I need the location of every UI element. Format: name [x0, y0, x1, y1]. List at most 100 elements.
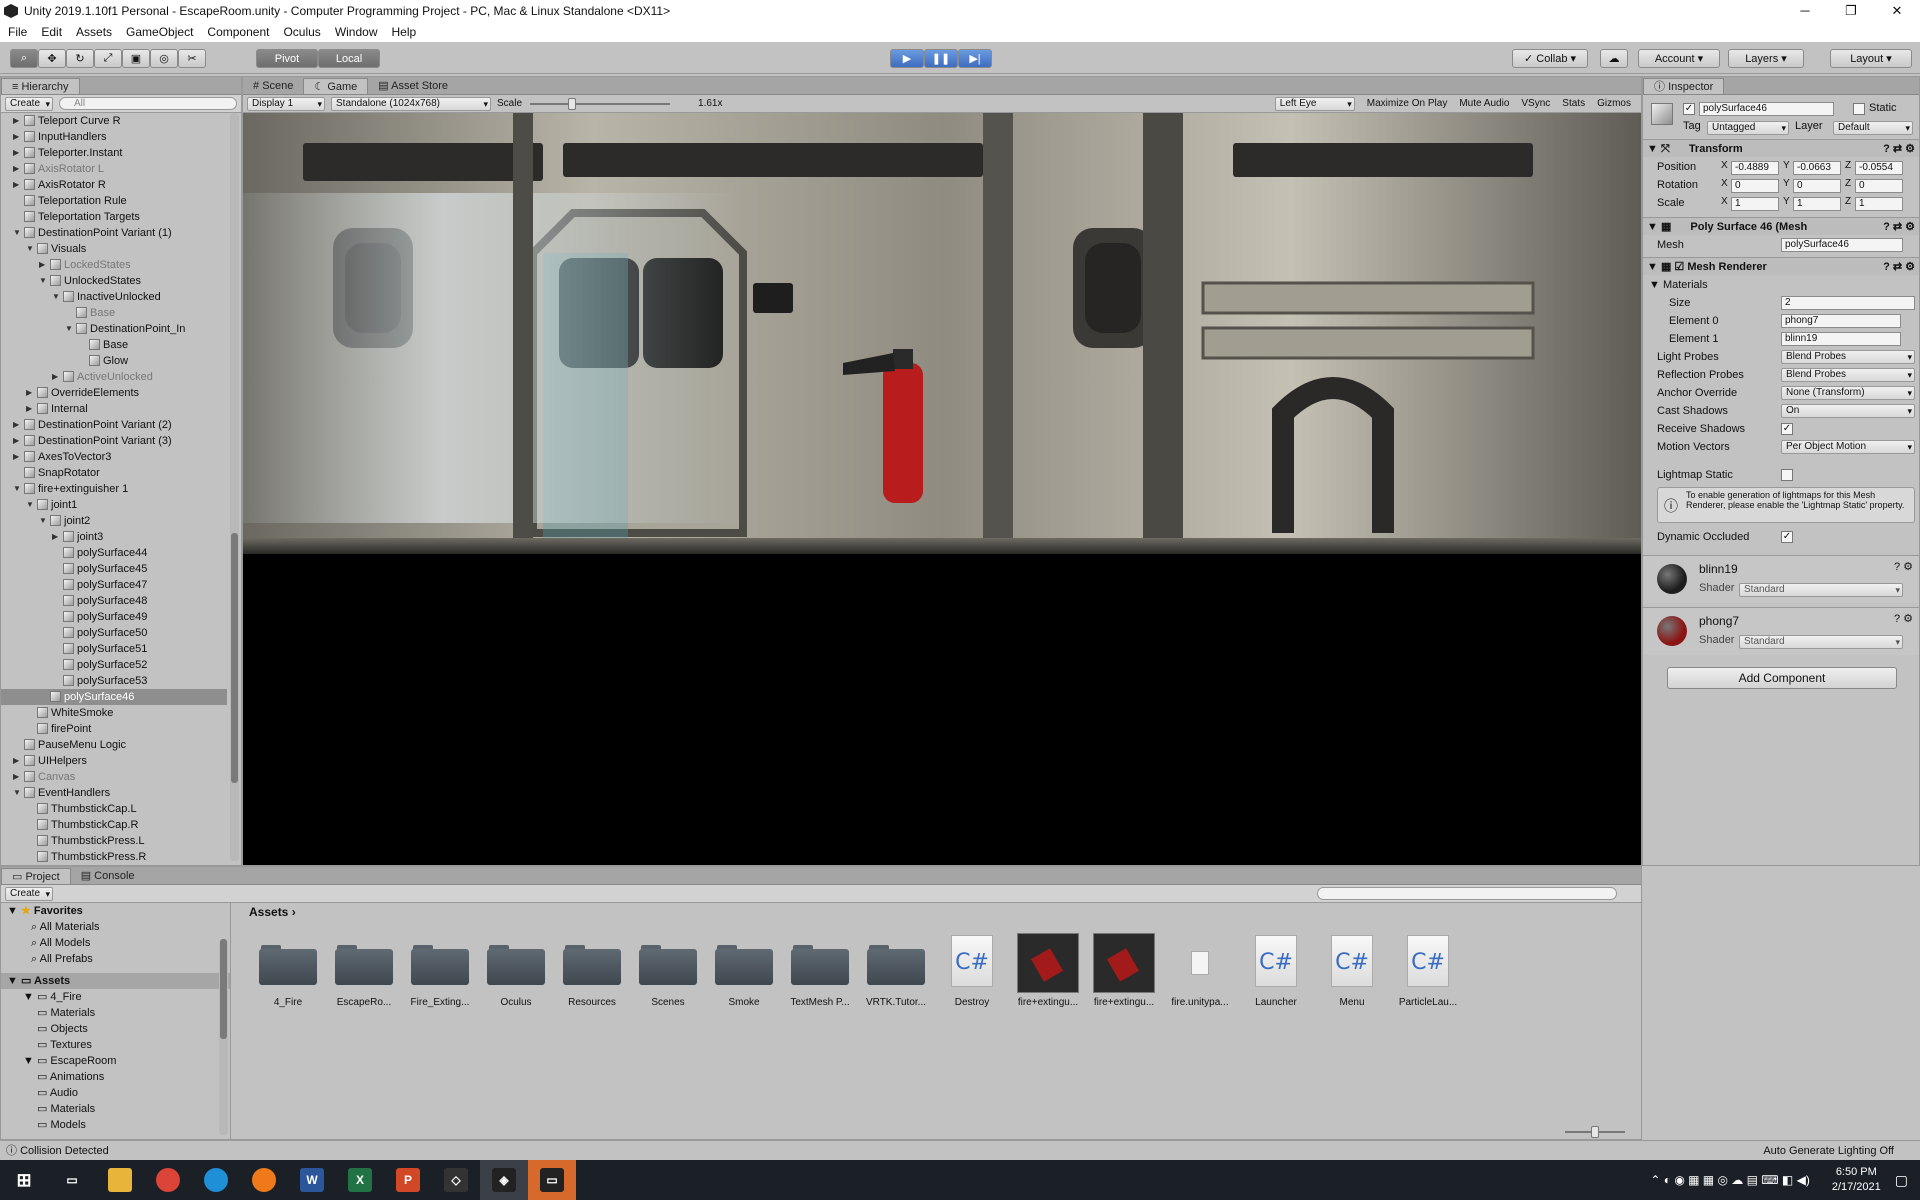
- visual-studio-button[interactable]: ◇: [432, 1160, 480, 1200]
- hierarchy-row[interactable]: Teleportation Rule: [1, 193, 227, 209]
- axis-z-label[interactable]: Z: [1845, 196, 1851, 207]
- rot-y-field[interactable]: 0: [1793, 179, 1841, 193]
- renderer-property-dropdown[interactable]: None (Transform): [1781, 386, 1915, 400]
- asset-item[interactable]: fire+extingu...: [1011, 933, 1085, 1017]
- asset-item[interactable]: fire+extingu...: [1087, 933, 1161, 1017]
- clock[interactable]: 6:50 PM 2/17/2021: [1832, 1165, 1881, 1195]
- hierarchy-row[interactable]: polySurface50: [1, 625, 227, 641]
- play-button[interactable]: ▶: [890, 49, 924, 68]
- expand-arrow-icon[interactable]: ▶: [13, 177, 19, 193]
- asset-item[interactable]: EscapeRo...: [327, 933, 401, 1017]
- material-section[interactable]: phong7 Shader Standard ? ⚙: [1643, 607, 1919, 655]
- hierarchy-row[interactable]: WhiteSmoke: [1, 705, 227, 721]
- step-button[interactable]: ▶|: [958, 49, 992, 68]
- hierarchy-row[interactable]: ▼ fire+extinguisher 1: [1, 481, 227, 497]
- hierarchy-row[interactable]: ▶ AxisRotator R: [1, 177, 227, 193]
- hierarchy-row[interactable]: polySurface45: [1, 561, 227, 577]
- hierarchy-scrollbar[interactable]: [230, 113, 239, 861]
- hierarchy-row[interactable]: ▼ joint1: [1, 497, 227, 513]
- expand-arrow-icon[interactable]: ▶: [39, 257, 45, 273]
- asset-folder-item[interactable]: ▭ Textures: [1, 1037, 230, 1053]
- collapse-arrow-icon[interactable]: ▼: [65, 321, 73, 337]
- custom-tool-button[interactable]: ✂: [178, 49, 206, 68]
- hierarchy-row[interactable]: ▼ EventHandlers: [1, 785, 227, 801]
- scl-x-field[interactable]: 1: [1731, 197, 1779, 211]
- asset-folder-item[interactable]: ▼ ▭ 4_Fire: [1, 989, 230, 1005]
- collapse-arrow-icon[interactable]: ▼: [39, 273, 47, 289]
- favorite-item[interactable]: ⌕ All Prefabs: [1, 951, 230, 967]
- tab-hierarchy[interactable]: ≡ Hierarchy: [1, 78, 80, 94]
- tab-console[interactable]: ▤ Console: [71, 868, 145, 884]
- menu-file[interactable]: File: [8, 25, 27, 39]
- scl-z-field[interactable]: 1: [1855, 197, 1903, 211]
- axis-y-label[interactable]: Y: [1783, 160, 1790, 171]
- eye-dropdown[interactable]: Left Eye: [1274, 96, 1355, 111]
- menu-assets[interactable]: Assets: [76, 25, 112, 39]
- rot-z-field[interactable]: 0: [1855, 179, 1903, 193]
- active-checkbox[interactable]: ✓: [1683, 103, 1695, 115]
- favorite-item[interactable]: ⌕ All Materials: [1, 919, 230, 935]
- expand-arrow-icon[interactable]: ▶: [13, 113, 19, 129]
- static-checkbox[interactable]: [1853, 103, 1865, 115]
- scl-y-field[interactable]: 1: [1793, 197, 1841, 211]
- asset-item[interactable]: Scenes: [631, 933, 705, 1017]
- asset-item[interactable]: C# Destroy: [935, 933, 1009, 1017]
- chrome-button[interactable]: [144, 1160, 192, 1200]
- local-toggle[interactable]: Local: [318, 49, 380, 68]
- renderer-property-dropdown[interactable]: Per Object Motion: [1781, 440, 1915, 454]
- move-tool-button[interactable]: ✥: [38, 49, 66, 68]
- axis-z-label[interactable]: Z: [1845, 160, 1851, 171]
- material-settings-icon[interactable]: ? ⚙: [1894, 560, 1913, 573]
- assets-header[interactable]: ▼ ▭ Assets: [1, 973, 230, 989]
- hierarchy-row[interactable]: ThumbstickPress.R: [1, 849, 227, 865]
- element0-field[interactable]: phong7: [1781, 314, 1901, 328]
- menu-help[interactable]: Help: [392, 25, 417, 39]
- hierarchy-row[interactable]: ▶ joint3: [1, 529, 227, 545]
- pause-button[interactable]: ❚❚: [924, 49, 958, 68]
- rotate-tool-button[interactable]: ↻: [66, 49, 94, 68]
- material-settings-icon[interactable]: ? ⚙: [1894, 612, 1913, 625]
- axis-x-label[interactable]: X: [1721, 196, 1728, 207]
- materials-label[interactable]: ▼ Materials: [1649, 277, 1708, 293]
- hierarchy-row[interactable]: SnapRotator: [1, 465, 227, 481]
- hierarchy-create-dropdown[interactable]: Create: [5, 96, 54, 111]
- oculus-button[interactable]: ▭: [528, 1160, 576, 1200]
- mute-audio-toggle[interactable]: Mute Audio: [1459, 98, 1509, 109]
- hierarchy-row[interactable]: ▶ DestinationPoint Variant (2): [1, 417, 227, 433]
- add-component-button[interactable]: Add Component: [1667, 667, 1897, 689]
- collapse-arrow-icon[interactable]: ▼: [13, 225, 21, 241]
- renderer-property-dropdown[interactable]: Blend Probes: [1781, 350, 1915, 364]
- hierarchy-row[interactable]: ▶ UIHelpers: [1, 753, 227, 769]
- expand-arrow-icon[interactable]: ▶: [26, 401, 32, 417]
- asset-folder-item[interactable]: ▭ Animations: [1, 1069, 230, 1085]
- shader-dropdown[interactable]: Standard: [1739, 583, 1903, 597]
- hierarchy-row[interactable]: polySurface52: [1, 657, 227, 673]
- hierarchy-row[interactable]: ▶ AxesToVector3: [1, 449, 227, 465]
- layer-dropdown[interactable]: Default: [1833, 121, 1913, 135]
- asset-folder-item[interactable]: ▭ Materials: [1, 1101, 230, 1117]
- expand-arrow-icon[interactable]: ▶: [13, 753, 19, 769]
- rect-tool-button[interactable]: ▣: [122, 49, 150, 68]
- favorites-header[interactable]: ▼ ★ Favorites: [1, 903, 230, 919]
- asset-item[interactable]: TextMesh P...: [783, 933, 857, 1017]
- hierarchy-row[interactable]: firePoint: [1, 721, 227, 737]
- asset-item[interactable]: C# Launcher: [1239, 933, 1313, 1017]
- hierarchy-row[interactable]: PauseMenu Logic: [1, 737, 227, 753]
- asset-item[interactable]: C# Menu: [1315, 933, 1389, 1017]
- hierarchy-row[interactable]: ▶ AxisRotator L: [1, 161, 227, 177]
- hierarchy-row[interactable]: ▼ DestinationPoint_In: [1, 321, 227, 337]
- asset-folder-item[interactable]: ▼ ▭ EscapeRoom: [1, 1053, 230, 1069]
- asset-item[interactable]: C# ParticleLau...: [1391, 933, 1465, 1017]
- expand-arrow-icon[interactable]: ▶: [13, 449, 19, 465]
- renderer-property-dropdown[interactable]: On: [1781, 404, 1915, 418]
- hierarchy-row[interactable]: polySurface53: [1, 673, 227, 689]
- transform-tool-button[interactable]: ◎: [150, 49, 178, 68]
- excel-button[interactable]: X: [336, 1160, 384, 1200]
- minimize-button[interactable]: ─: [1782, 0, 1828, 22]
- rot-x-field[interactable]: 0: [1731, 179, 1779, 193]
- axis-z-label[interactable]: Z: [1845, 178, 1851, 189]
- firefox-button[interactable]: [240, 1160, 288, 1200]
- object-name-field[interactable]: polySurface46: [1699, 102, 1834, 116]
- hierarchy-row[interactable]: ▼ joint2: [1, 513, 227, 529]
- project-tree-scroll-thumb[interactable]: [220, 939, 227, 1039]
